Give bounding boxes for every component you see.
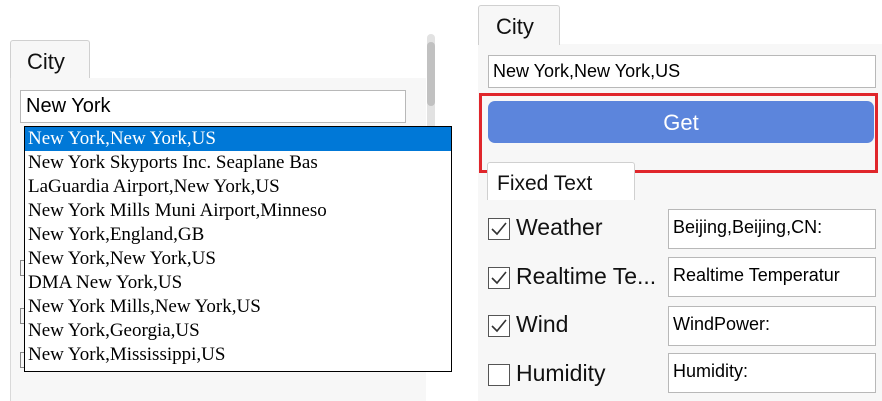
suggestion-item[interactable]: New York,New York,US [25, 127, 451, 151]
city-search-panel-left: City New York New York,New York,US New Y… [0, 0, 452, 401]
checkmark-icon [491, 319, 507, 333]
city-input[interactable]: New York,New York,US [488, 55, 876, 88]
suggestion-item[interactable]: DMA New York,US [25, 271, 451, 295]
realtime-temperature-checkbox[interactable] [488, 267, 510, 289]
wind-label: Wind [516, 311, 569, 337]
tab-city[interactable]: City [10, 40, 90, 78]
tab-city-label: City [27, 49, 65, 74]
tab-fixed-text[interactable]: Fixed Text [487, 162, 635, 200]
realtime-temperature-text-field-value: Realtime Temperatur [673, 265, 840, 285]
wind-checkbox[interactable] [488, 315, 510, 337]
scrollbar-thumb[interactable] [427, 42, 435, 106]
suggestion-item[interactable]: New York,New York,US [25, 247, 451, 271]
tab-city[interactable]: City [478, 5, 560, 45]
tab-fixed-text-label: Fixed Text [497, 172, 593, 195]
city-search-input[interactable]: New York [20, 90, 406, 123]
checkmark-icon [491, 271, 507, 285]
suggestion-item[interactable]: New York,Mississippi,US [25, 343, 451, 367]
checkmark-icon [491, 222, 507, 236]
city-weather-panel-right: City New York,New York,US Get Fixed Text… [470, 0, 882, 401]
suggestion-item[interactable]: LaGuardia Airport,New York,US [25, 175, 451, 199]
realtime-temperature-text-field[interactable]: Realtime Temperatur [668, 257, 876, 297]
suggestion-item[interactable]: New York Skyports Inc. Seaplane Bas [25, 151, 451, 175]
weather-text-field-value: Beijing,Beijing,CN: [673, 217, 823, 237]
vertical-scrollbar[interactable] [427, 34, 435, 130]
weather-text-field[interactable]: Beijing,Beijing,CN: [668, 209, 876, 249]
humidity-checkbox[interactable] [488, 364, 510, 386]
humidity-label: Humidity [516, 360, 606, 386]
weather-checkbox[interactable] [488, 218, 510, 240]
suggestion-item[interactable]: New York Mills,New York,US [25, 295, 451, 319]
city-suggestions-dropdown: New York,New York,US New York Skyports I… [24, 126, 452, 372]
city-search-input-value: New York [26, 95, 111, 117]
tab-city-label: City [496, 14, 534, 39]
suggestion-item[interactable]: New York,Georgia,US [25, 319, 451, 343]
city-input-value: New York,New York,US [493, 61, 681, 81]
weather-label: Weather [516, 214, 603, 240]
suggestion-item[interactable]: New York Mills Muni Airport,Minneso [25, 199, 451, 223]
wind-text-field[interactable]: WindPower: [668, 306, 876, 346]
highlight-annotation-box [479, 93, 878, 173]
humidity-text-field[interactable]: Humidity: [668, 353, 876, 393]
realtime-temperature-label: Realtime Te... [516, 263, 657, 289]
humidity-text-field-value: Humidity: [673, 361, 749, 381]
wind-text-field-value: WindPower: [673, 314, 771, 334]
suggestion-item[interactable]: New York,England,GB [25, 223, 451, 247]
